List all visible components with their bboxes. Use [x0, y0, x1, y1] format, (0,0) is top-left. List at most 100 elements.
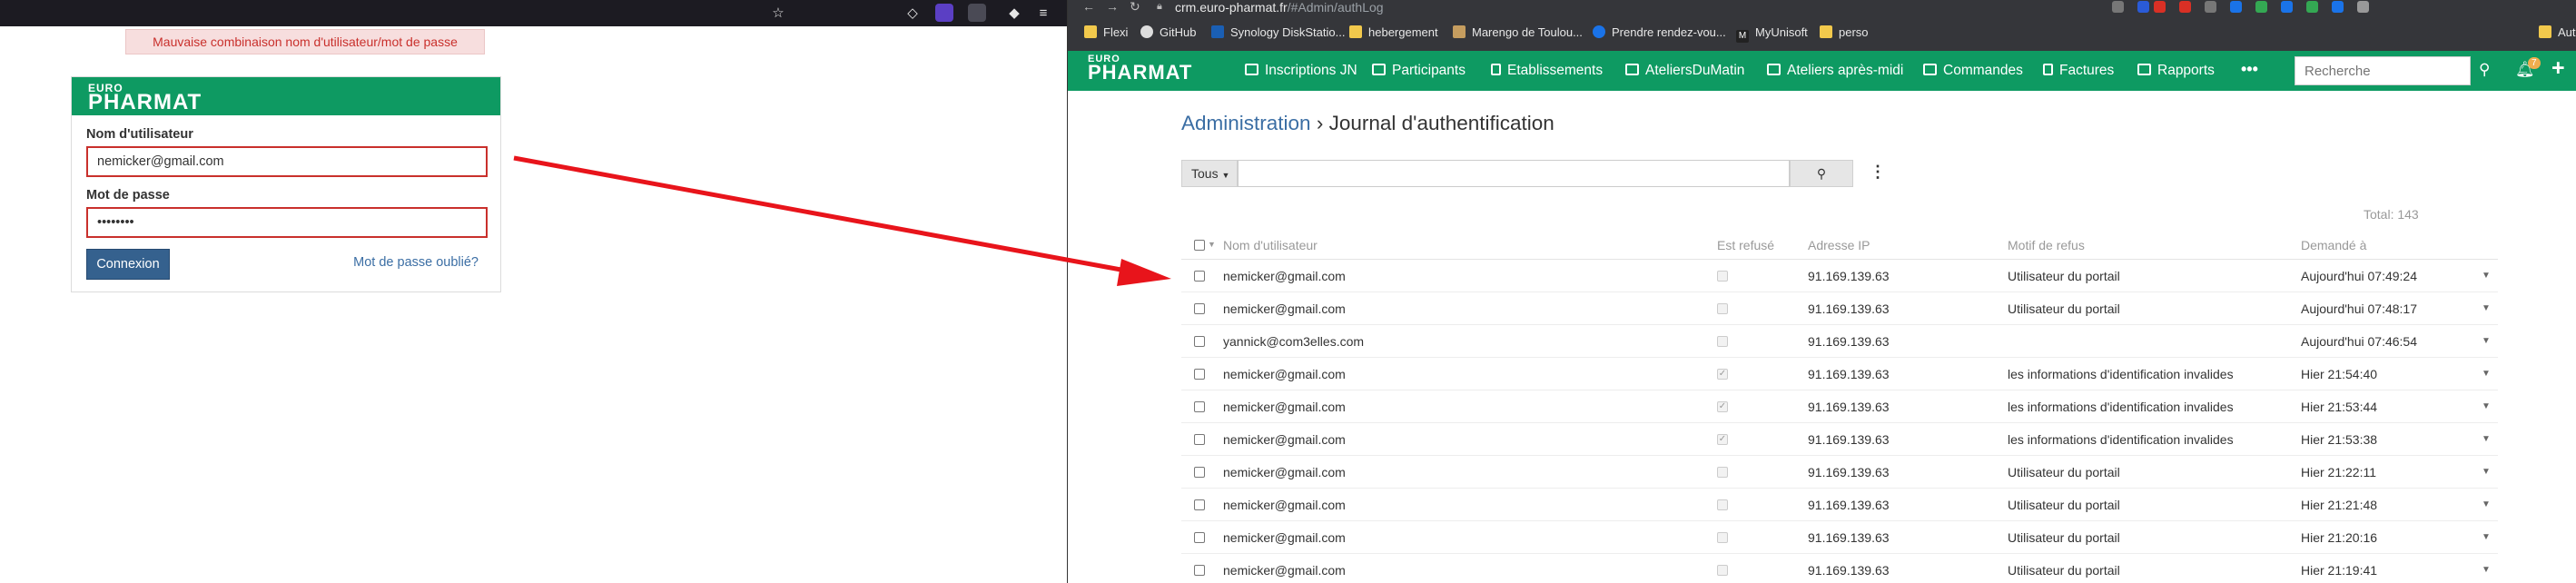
plus-icon[interactable]: +: [2551, 55, 2565, 82]
extension-icon[interactable]: [2255, 1, 2267, 13]
nav-ateliers-du-matin[interactable]: AteliersDuMatin: [1625, 62, 1744, 80]
nav-ateliers-apres-midi[interactable]: Ateliers après-midi: [1767, 62, 1903, 80]
username-field[interactable]: nemicker@gmail.com: [86, 146, 488, 177]
nav-commandes[interactable]: Commandes: [1923, 62, 2023, 80]
row-checkbox[interactable]: [1194, 532, 1205, 543]
col-username[interactable]: Nom d'utilisateur: [1223, 238, 1318, 252]
col-ip[interactable]: Adresse IP: [1808, 238, 1870, 252]
select-all-checkbox[interactable]: [1194, 240, 1205, 251]
star-icon[interactable]: ☆: [770, 5, 786, 22]
table-row[interactable]: nemicker@gmail.com ✓ 91.169.139.63 les i…: [1181, 390, 2498, 423]
row-checkbox[interactable]: [1194, 434, 1205, 445]
more-menu-button[interactable]: •••: [2241, 60, 2258, 79]
extension-icon[interactable]: [2112, 1, 2124, 13]
row-action-caret-icon[interactable]: ▼: [2482, 369, 2491, 379]
login-button[interactable]: Connexion: [86, 249, 170, 280]
bookmark[interactable]: Synology DiskStatio...: [1211, 24, 1345, 42]
bookmark[interactable]: Autr: [2539, 24, 2576, 42]
filter-search-button[interactable]: ⚲: [1790, 160, 1853, 187]
search-icon[interactable]: ⚲: [2479, 61, 2490, 79]
bookmark[interactable]: M MyUnisoft: [1736, 24, 1808, 43]
extension-icon[interactable]: [2154, 1, 2166, 13]
caret-down-icon[interactable]: ▼: [1208, 240, 1216, 249]
back-icon[interactable]: ←: [1082, 0, 1095, 14]
table-row[interactable]: nemicker@gmail.com 91.169.139.63 Utilisa…: [1181, 292, 2498, 325]
table-row[interactable]: nemicker@gmail.com ✓ 91.169.139.63 les i…: [1181, 423, 2498, 456]
extension-icon[interactable]: [935, 4, 953, 22]
row-action-caret-icon[interactable]: ▼: [2482, 434, 2491, 444]
extension-icon[interactable]: [2137, 1, 2149, 13]
bookmark[interactable]: Marengo de Toulou...: [1453, 24, 1583, 42]
extension-icon[interactable]: [2281, 1, 2293, 13]
extension-icon[interactable]: [2179, 1, 2191, 13]
puzzle-icon[interactable]: [2357, 1, 2369, 13]
col-refused[interactable]: Est refusé: [1717, 238, 1774, 252]
nav-rapports[interactable]: Rapports: [2137, 62, 2215, 80]
cell-username[interactable]: yannick@com3elles.com: [1223, 334, 1364, 349]
row-checkbox[interactable]: [1194, 303, 1205, 314]
nav-inscriptions-jn[interactable]: Inscriptions JN: [1245, 62, 1357, 80]
bookmark[interactable]: Flexi: [1084, 24, 1128, 42]
bookmark[interactable]: Prendre rendez-vou...: [1593, 24, 1726, 42]
table-row[interactable]: yannick@com3elles.com 91.169.139.63 Aujo…: [1181, 325, 2498, 358]
reload-icon[interactable]: ↻: [1130, 0, 1140, 15]
row-checkbox[interactable]: [1194, 499, 1205, 510]
extension-icon[interactable]: [2306, 1, 2318, 13]
row-action-caret-icon[interactable]: ▼: [2482, 401, 2491, 411]
nav-factures[interactable]: Factures: [2043, 62, 2114, 80]
cell-username[interactable]: nemicker@gmail.com: [1223, 530, 1346, 545]
url-field[interactable]: crm.euro-pharmat.fr/#Admin/authLog: [1175, 0, 1384, 15]
table-row[interactable]: nemicker@gmail.com 91.169.139.63 Utilisa…: [1181, 456, 2498, 489]
row-checkbox[interactable]: [1194, 467, 1205, 478]
extension-icon[interactable]: [2205, 1, 2216, 13]
forward-icon[interactable]: →: [1106, 0, 1119, 14]
nav-etablissements[interactable]: Etablissements: [1491, 62, 1603, 80]
cell-username[interactable]: nemicker@gmail.com: [1223, 465, 1346, 479]
row-action-caret-icon[interactable]: ▼: [2482, 499, 2491, 509]
logo-pharmat[interactable]: PHARMAT: [1088, 61, 1192, 84]
table-row[interactable]: nemicker@gmail.com 91.169.139.63 Utilisa…: [1181, 489, 2498, 521]
cell-username[interactable]: nemicker@gmail.com: [1223, 301, 1346, 316]
row-action-caret-icon[interactable]: ▼: [2482, 303, 2491, 313]
col-date[interactable]: Demandé à: [2301, 238, 2366, 252]
row-action-caret-icon[interactable]: ▼: [2482, 532, 2491, 542]
menu-icon[interactable]: ≡: [1035, 5, 1051, 22]
breadcrumb-admin-link[interactable]: Administration: [1181, 112, 1311, 134]
global-search-input[interactable]: [2295, 56, 2471, 85]
filter-dropdown[interactable]: Tous ▼: [1181, 160, 1238, 187]
row-checkbox[interactable]: [1194, 271, 1205, 282]
password-field[interactable]: ••••••••: [86, 207, 488, 238]
pocket-icon[interactable]: ◇: [904, 5, 921, 22]
kebab-menu-icon[interactable]: ⋮: [1870, 162, 1886, 182]
cell-username[interactable]: nemicker@gmail.com: [1223, 432, 1346, 447]
filter-text-input[interactable]: [1238, 160, 1790, 187]
nav-participants[interactable]: Participants: [1372, 62, 1466, 80]
row-checkbox[interactable]: [1194, 336, 1205, 347]
table-row[interactable]: nemicker@gmail.com ✓ 91.169.139.63 les i…: [1181, 358, 2498, 390]
col-reason[interactable]: Motif de refus: [2008, 238, 2085, 252]
puzzle-icon[interactable]: ◆: [1006, 5, 1022, 22]
table-row[interactable]: nemicker@gmail.com 91.169.139.63 Utilisa…: [1181, 521, 2498, 554]
row-action-caret-icon[interactable]: ▼: [2482, 467, 2491, 477]
extension-icon[interactable]: [2230, 1, 2242, 13]
cell-username[interactable]: nemicker@gmail.com: [1223, 269, 1346, 283]
row-checkbox[interactable]: [1194, 565, 1205, 576]
row-action-caret-icon[interactable]: ▼: [2482, 336, 2491, 346]
bookmark[interactable]: perso: [1820, 24, 1869, 42]
row-action-caret-icon[interactable]: ▼: [2482, 565, 2491, 575]
row-checkbox[interactable]: [1194, 369, 1205, 380]
extension-icon[interactable]: [2332, 1, 2344, 13]
bookmark[interactable]: GitHub: [1140, 24, 1196, 42]
forgot-password-link[interactable]: Mot de passe oublié?: [353, 255, 479, 270]
table-row[interactable]: nemicker@gmail.com 91.169.139.63 Utilisa…: [1181, 260, 2498, 292]
lock-icon[interactable]: 🔒︎: [1157, 1, 1162, 13]
cell-username[interactable]: nemicker@gmail.com: [1223, 400, 1346, 414]
cell-username[interactable]: nemicker@gmail.com: [1223, 367, 1346, 381]
row-action-caret-icon[interactable]: ▼: [2482, 271, 2491, 281]
table-row[interactable]: nemicker@gmail.com 91.169.139.63 Utilisa…: [1181, 554, 2498, 583]
bookmark[interactable]: hebergement: [1349, 24, 1438, 42]
cell-username[interactable]: nemicker@gmail.com: [1223, 563, 1346, 578]
cell-username[interactable]: nemicker@gmail.com: [1223, 498, 1346, 512]
extension-icon[interactable]: [968, 4, 986, 22]
row-checkbox[interactable]: [1194, 401, 1205, 412]
